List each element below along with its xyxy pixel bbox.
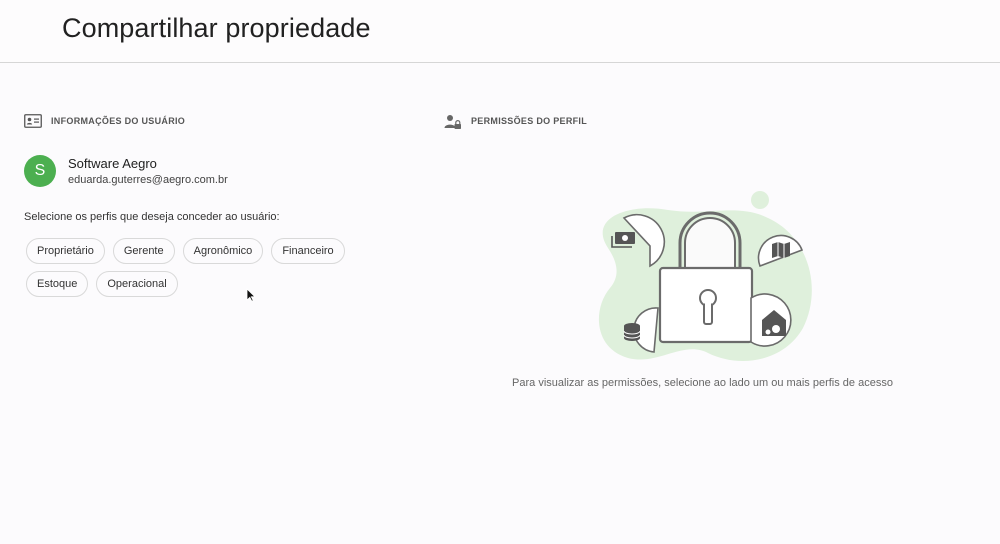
user-summary: S Software Aegro eduarda.guterres@aegro.… xyxy=(24,155,228,187)
profile-chip-estoque[interactable]: Estoque xyxy=(26,271,89,297)
profile-chip-gerente[interactable]: Gerente xyxy=(112,238,175,264)
user-info-section-label: INFORMAÇÕES DO USUÁRIO xyxy=(51,116,186,126)
profile-chip-group: Proprietário Gerente Agronômico Financei… xyxy=(26,238,356,304)
user-info-section-title: INFORMAÇÕES DO USUÁRIO xyxy=(24,114,185,128)
page-header: Compartilhar propriedade xyxy=(0,0,1000,63)
permissions-empty-message: Para visualizar as permissões, selecione… xyxy=(512,377,893,389)
permissions-empty-illustration xyxy=(588,188,820,368)
profile-chip-financeiro[interactable]: Financeiro xyxy=(271,238,345,264)
page-title: Compartilhar propriedade xyxy=(62,13,371,43)
avatar: S xyxy=(24,155,56,187)
user-email: eduarda.guterres@aegro.com.br xyxy=(68,174,228,186)
permissions-section-title: PERMISSÕES DO PERFIL xyxy=(444,114,588,129)
mouse-pointer-icon xyxy=(246,288,256,302)
user-name: Software Aegro xyxy=(68,156,157,171)
id-card-icon xyxy=(24,114,42,128)
profile-chip-proprietario[interactable]: Proprietário xyxy=(26,238,105,264)
permissions-section-label: PERMISSÕES DO PERFIL xyxy=(471,116,588,126)
user-lock-icon xyxy=(444,114,462,129)
profiles-instruction: Selecione os perfis que deseja conceder … xyxy=(24,211,280,223)
profile-chip-agronomico[interactable]: Agronômico xyxy=(182,238,264,264)
profile-chip-operacional[interactable]: Operacional xyxy=(96,271,178,297)
